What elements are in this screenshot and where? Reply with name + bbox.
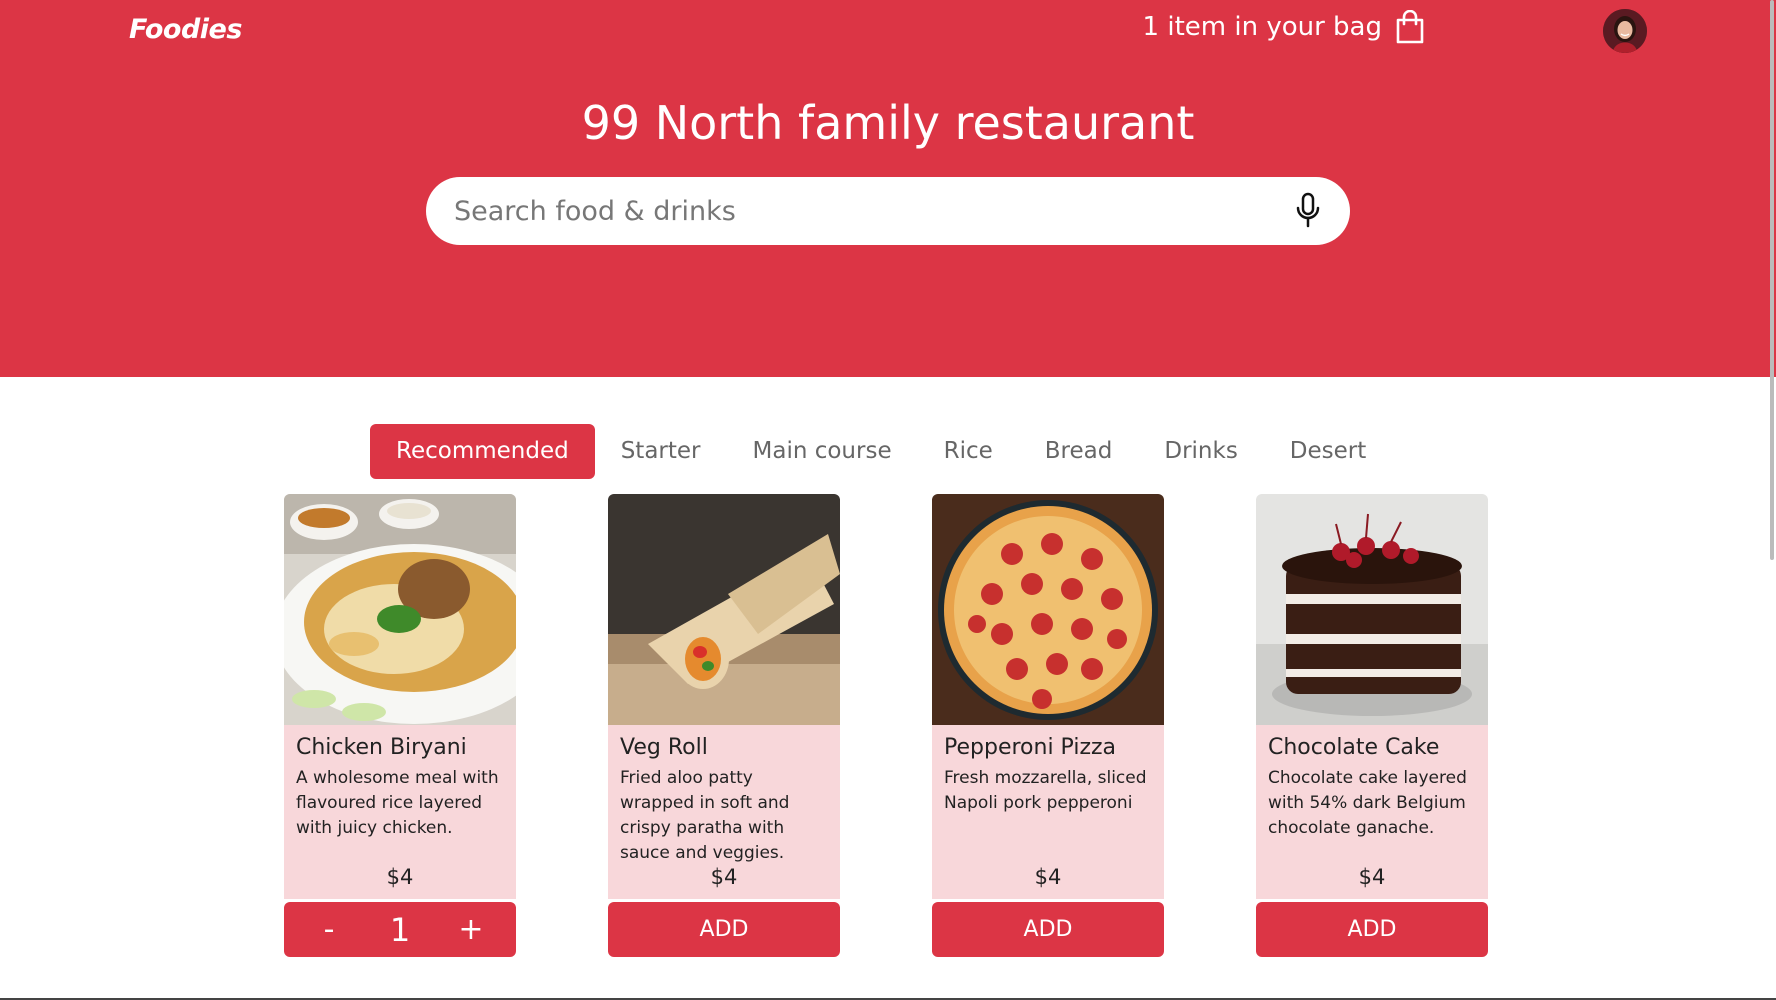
search-input[interactable] [454, 195, 1294, 227]
card-body: Veg Roll Fried aloo patty wrapped in sof… [608, 725, 840, 899]
veg-roll-image [608, 494, 840, 725]
category-tabs: Recommended Starter Main course Rice Bre… [370, 424, 1392, 479]
card-body: Chocolate Cake Chocolate cake layered wi… [1256, 725, 1488, 899]
search-bar [426, 177, 1350, 245]
item-price: $4 [1034, 865, 1062, 889]
add-to-bag-button[interactable]: ADD [608, 902, 840, 957]
item-price: $4 [1358, 865, 1386, 889]
card-body: Pepperoni Pizza Fresh mozzarella, sliced… [932, 725, 1164, 899]
item-name: Chicken Biryani [296, 735, 467, 760]
item-name: Pepperoni Pizza [944, 735, 1117, 760]
add-to-bag-button[interactable]: ADD [932, 902, 1164, 957]
item-name: Chocolate Cake [1268, 735, 1440, 760]
tab-starter[interactable]: Starter [595, 424, 727, 479]
user-avatar[interactable] [1603, 9, 1647, 53]
brand-logo[interactable]: Foodies [129, 14, 242, 45]
tab-bread[interactable]: Bread [1019, 424, 1139, 479]
decrease-quantity-button[interactable]: - [314, 912, 344, 947]
restaurant-title: 99 North family restaurant [581, 96, 1195, 150]
item-price: $4 [386, 865, 414, 889]
chocolate-cake-image [1256, 494, 1488, 725]
item-description: Fried aloo patty wrapped in soft and cri… [620, 768, 790, 863]
shopping-bag-icon[interactable] [1394, 10, 1426, 44]
tab-rice[interactable]: Rice [918, 424, 1019, 479]
tab-recommended[interactable]: Recommended [370, 424, 595, 479]
item-description: Fresh mozzarella, sliced Napoli pork pep… [944, 768, 1147, 813]
bag-count-text: 1 item in your bag [1142, 12, 1382, 42]
card-body: Chicken Biryani A wholesome meal with fl… [284, 725, 516, 899]
menu-item-card: Pepperoni Pizza Fresh mozzarella, sliced… [932, 494, 1164, 957]
quantity-stepper: - 1 + [284, 902, 516, 957]
pepperoni-pizza-image [932, 494, 1164, 725]
hero-banner: Foodies 1 item in your bag 99 North fami… [0, 0, 1776, 377]
increase-quantity-button[interactable]: + [456, 912, 486, 947]
menu-item-card: Chocolate Cake Chocolate cake layered wi… [1256, 494, 1488, 957]
item-name: Veg Roll [620, 735, 708, 760]
item-description: A wholesome meal with flavoured rice lay… [296, 768, 499, 838]
item-description: Chocolate cake layered with 54% dark Bel… [1268, 768, 1467, 838]
item-price: $4 [710, 865, 738, 889]
quantity-value: 1 [389, 910, 411, 949]
menu-item-card: Chicken Biryani A wholesome meal with fl… [284, 494, 516, 957]
avatar-icon [1603, 9, 1647, 53]
tab-drinks[interactable]: Drinks [1138, 424, 1263, 479]
page-scrollbar[interactable] [1770, 0, 1774, 560]
add-to-bag-button[interactable]: ADD [1256, 902, 1488, 957]
tab-main-course[interactable]: Main course [727, 424, 918, 479]
chicken-biryani-image [284, 494, 516, 725]
cart-summary[interactable]: 1 item in your bag [1143, 10, 1426, 44]
microphone-icon[interactable] [1294, 191, 1322, 231]
menu-item-card: Veg Roll Fried aloo patty wrapped in sof… [608, 494, 840, 957]
tab-desert[interactable]: Desert [1264, 424, 1392, 479]
